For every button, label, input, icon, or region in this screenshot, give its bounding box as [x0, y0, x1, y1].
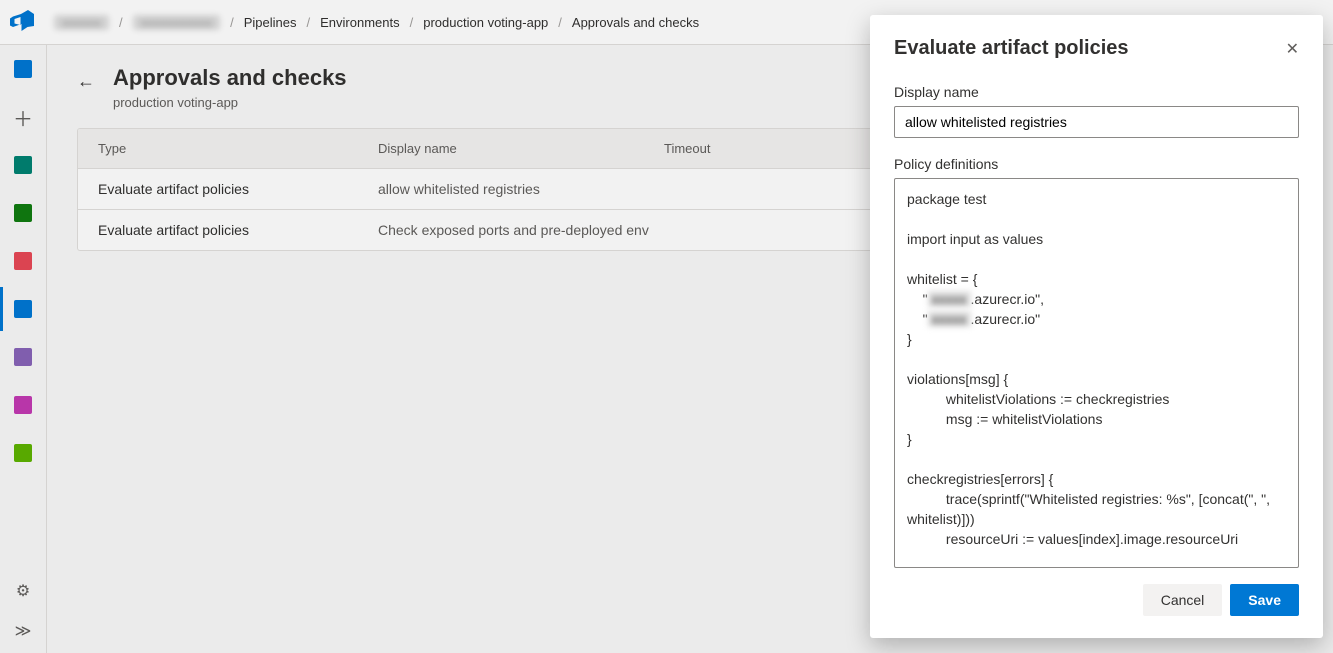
- policy-label: Policy definitions: [894, 156, 1299, 172]
- display-name-input[interactable]: [894, 106, 1299, 138]
- save-button[interactable]: Save: [1230, 584, 1299, 616]
- artifact-policy-panel: Evaluate artifact policies ✕ Display nam…: [870, 15, 1323, 638]
- display-name-label: Display name: [894, 84, 1299, 100]
- panel-title: Evaluate artifact policies: [894, 37, 1129, 60]
- close-icon[interactable]: ✕: [1286, 39, 1299, 59]
- policy-definitions-textarea[interactable]: package test import input as values whit…: [894, 178, 1299, 568]
- cancel-button[interactable]: Cancel: [1143, 584, 1223, 616]
- panel-footer: Cancel Save: [894, 584, 1299, 616]
